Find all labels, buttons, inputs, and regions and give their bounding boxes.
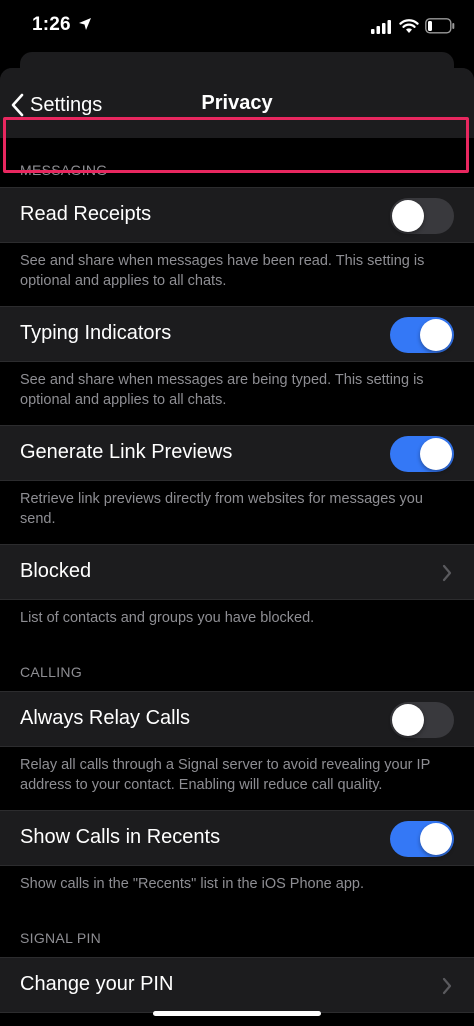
row-blocked[interactable]: Blocked xyxy=(0,544,474,600)
read-receipts-footer: See and share when messages have been re… xyxy=(20,253,425,289)
section-header-messaging: MESSAGING xyxy=(20,162,108,178)
home-indicator[interactable] xyxy=(153,1011,321,1016)
row-label: Change your PIN xyxy=(20,973,174,995)
status-bar: 1:26 xyxy=(0,0,474,56)
row-link-previews: Generate Link Previews xyxy=(0,425,474,481)
row-calls-in-recents: Show Calls in Recents xyxy=(0,810,474,866)
row-read-receipts: Read Receipts xyxy=(0,187,474,243)
read-receipts-toggle[interactable] xyxy=(390,198,454,234)
row-label: Blocked xyxy=(20,560,92,582)
toggle-knob xyxy=(420,823,452,855)
row-label: Read Receipts xyxy=(20,203,152,225)
calls-in-recents-toggle[interactable] xyxy=(390,821,454,857)
status-time: 1:26 xyxy=(32,14,71,35)
row-label: Always Relay Calls xyxy=(20,707,191,729)
link-previews-toggle[interactable] xyxy=(390,436,454,472)
chevron-right-icon xyxy=(442,564,452,582)
blocked-footer: List of contacts and groups you have blo… xyxy=(20,610,315,626)
row-typing-indicators: Typing Indicators xyxy=(0,306,474,362)
typing-indicators-toggle[interactable] xyxy=(390,317,454,353)
row-change-pin[interactable]: Change your PIN xyxy=(0,957,474,1013)
section-header-calling: CALLING xyxy=(20,664,83,680)
typing-indicators-footer: See and share when messages are being ty… xyxy=(20,372,424,408)
link-previews-footer: Retrieve link previews directly from web… xyxy=(20,491,423,527)
settings-list: MESSAGING Read Receipts See and share wh… xyxy=(0,138,474,1026)
toggle-knob xyxy=(420,319,452,351)
toggle-knob xyxy=(392,704,424,736)
toggle-knob xyxy=(420,438,452,470)
privacy-sheet: Settings Privacy MESSAGING Read Receipts… xyxy=(0,68,474,1026)
wifi-icon xyxy=(399,19,419,33)
relay-calls-footer: Relay all calls through a Signal server … xyxy=(20,757,430,793)
navigation-bar: Settings Privacy xyxy=(0,68,474,138)
relay-calls-toggle[interactable] xyxy=(390,702,454,738)
calls-in-recents-footer: Show calls in the "Recents" list in the … xyxy=(20,876,364,892)
section-header-signal-pin: SIGNAL PIN xyxy=(20,930,102,946)
row-label: Show Calls in Recents xyxy=(20,826,221,848)
row-relay-calls: Always Relay Calls xyxy=(0,691,474,747)
chevron-right-icon xyxy=(442,977,452,995)
page-title: Privacy xyxy=(201,92,273,114)
cellular-signal-icon xyxy=(371,20,391,34)
location-arrow-icon xyxy=(79,18,91,30)
toggle-knob xyxy=(392,200,424,232)
row-label: Generate Link Previews xyxy=(20,441,233,463)
battery-icon xyxy=(425,18,455,34)
row-label: Typing Indicators xyxy=(20,322,172,344)
